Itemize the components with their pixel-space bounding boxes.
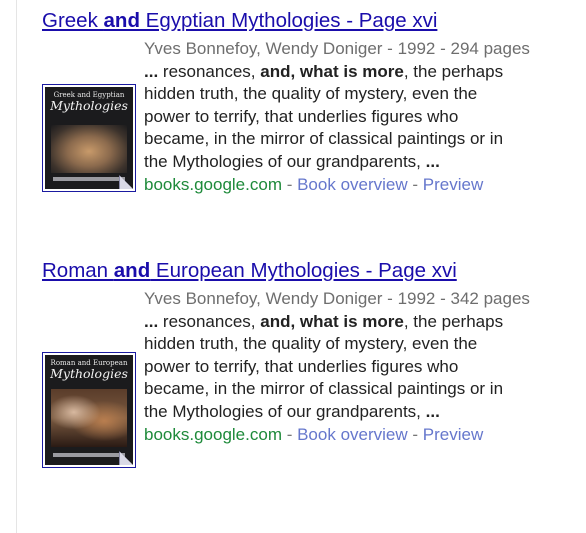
result-links: books.google.com - Book overview - Previ… (144, 423, 562, 447)
separator: - (281, 425, 298, 444)
cover-artwork (51, 125, 127, 173)
preview-link[interactable]: Preview (423, 175, 483, 194)
page-curl-icon (120, 452, 133, 465)
separator: - (407, 175, 423, 194)
separator: - (281, 175, 298, 194)
preview-link[interactable]: Preview (423, 425, 483, 444)
snippet-part: ... (144, 61, 163, 81)
snippet-part: ... (425, 151, 440, 171)
separator: - (407, 425, 423, 444)
result-snippet: ... resonances, and, what is more, the p… (144, 311, 524, 424)
result-meta: Yves Bonnefoy, Wendy Doniger - 1992 - 34… (144, 289, 530, 308)
book-cover-image: Roman and European Mythologies (45, 355, 133, 465)
left-divider (16, 0, 17, 533)
book-cover-image: Greek and Egyptian Mythologies (45, 87, 133, 189)
title-highlight: and (103, 9, 140, 32)
book-cover-thumbnail[interactable]: Roman and European Mythologies (42, 352, 136, 468)
page-curl-icon (120, 176, 133, 189)
snippet-part: ... (425, 401, 440, 421)
result-domain: books.google.com (144, 175, 282, 194)
result-snippet: ... resonances, and, what is more, the p… (144, 61, 524, 174)
search-result: Greek and Egyptian Mythologies - Page xv… (42, 7, 562, 197)
book-cover-thumbnail[interactable]: Greek and Egyptian Mythologies (42, 84, 136, 192)
title-text: Egyptian Mythologies - Page xvi (139, 9, 438, 32)
snippet-part: and, what is more (260, 61, 404, 81)
snippet-part: and, what is more (260, 311, 404, 331)
title-text: Greek (42, 9, 104, 32)
result-links: books.google.com - Book overview - Previ… (144, 173, 562, 197)
title-text: Roman (42, 259, 114, 282)
title-text: European Mythologies - Page xvi (150, 259, 457, 282)
cover-band (53, 177, 125, 181)
title-highlight: and (113, 259, 151, 282)
snippet-part: ... (144, 311, 163, 331)
book-overview-link[interactable]: Book overview (297, 175, 408, 194)
book-overview-link[interactable]: Book overview (297, 425, 408, 444)
search-result: Roman and European Mythologies - Page xv… (42, 257, 562, 468)
result-domain: books.google.com (144, 425, 282, 444)
result-title-link[interactable]: Greek and Egyptian Mythologies - Page xv… (42, 7, 512, 34)
result-meta: Yves Bonnefoy, Wendy Doniger - 1992 - 29… (144, 39, 530, 58)
snippet-part: resonances, (162, 61, 261, 81)
cover-artwork (51, 389, 127, 447)
cover-title: Mythologies (50, 98, 128, 113)
snippet-part: resonances, (162, 311, 261, 331)
result-title-link[interactable]: Roman and European Mythologies - Page xv… (42, 257, 512, 284)
cover-band (53, 453, 125, 457)
cover-title: Mythologies (50, 366, 128, 381)
